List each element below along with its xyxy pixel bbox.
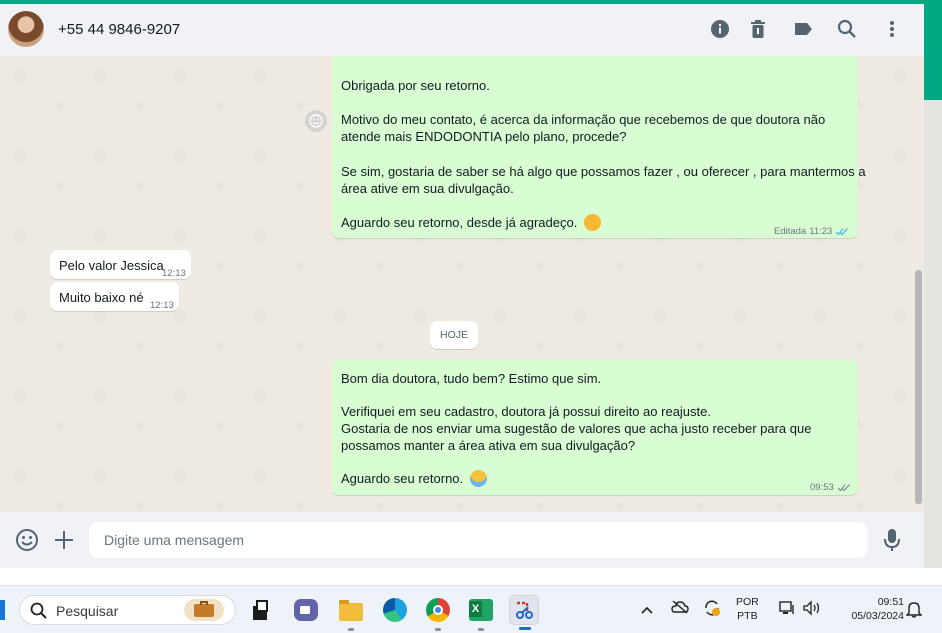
message-outgoing[interactable]: Obrigada por seu retorno. Motivo do meu … [332, 56, 866, 240]
keyboard-layout: PTB [737, 610, 758, 622]
emoji-icon[interactable] [15, 528, 39, 557]
start-icon[interactable] [0, 600, 5, 620]
briefcase-icon [184, 599, 224, 621]
message-time: 09:53 [810, 482, 834, 493]
window-gap [0, 568, 942, 585]
app-edge-green [924, 4, 942, 100]
microphone-icon[interactable] [882, 528, 902, 557]
double-check-icon [837, 484, 850, 492]
chat-area[interactable]: Obrigada por seu retorno. Motivo do meu … [0, 56, 924, 512]
message-time: 11:23 [809, 226, 833, 237]
message-incoming[interactable]: Muito baixo né 12:13 [50, 282, 179, 311]
message-meta: 09:53 [810, 479, 851, 496]
menu-icon[interactable] [879, 16, 905, 42]
message-time: 12:13 [162, 268, 186, 279]
trash-icon[interactable] [745, 16, 771, 42]
running-indicator [435, 628, 441, 631]
running-indicator [348, 628, 354, 631]
message-text: área ative em sua divulgação. [341, 181, 514, 196]
message-text: Aguardo seu retorno. [341, 471, 464, 486]
app-edge-gray [924, 100, 942, 582]
message-meta: Editada 11:23 [774, 223, 849, 240]
search-icon[interactable] [834, 16, 860, 42]
windows-taskbar: Pesquisar X POR PTB 09:51 05/03/2024 [0, 585, 942, 633]
notification-bell-icon[interactable] [905, 600, 923, 623]
double-check-icon [835, 228, 849, 236]
language-indicator[interactable]: POR PTB [736, 595, 759, 623]
snipping-tool-icon[interactable] [509, 595, 539, 630]
message-composer [0, 512, 924, 568]
search-label: Pesquisar [56, 603, 119, 619]
teams-meet-icon[interactable] [291, 595, 321, 625]
message-text: Obrigada por seu retorno. [341, 78, 490, 93]
scrollbar-thumb[interactable] [915, 270, 922, 504]
running-indicator [478, 628, 484, 631]
message-incoming[interactable]: Pelo valor Jessica 12:13 [50, 250, 191, 279]
plus-attach-icon[interactable] [53, 529, 75, 556]
edge-browser-icon[interactable] [380, 595, 410, 625]
search-icon [30, 602, 47, 619]
message-text: Muito baixo né [59, 290, 144, 305]
info-icon[interactable] [707, 16, 733, 42]
chat-scrollbar[interactable] [915, 60, 922, 506]
message-text: Pelo valor Jessica [59, 258, 164, 273]
message-text: Se sim, gostaria de saber se há algo que… [341, 164, 866, 179]
message-text: Motivo do meu contato, é acerca da infor… [341, 112, 826, 127]
message-text: Verifiquei em seu cadastro, doutora já p… [341, 404, 711, 419]
onedrive-offline-icon[interactable] [671, 600, 689, 619]
smiling-hearts-emoji-icon [583, 214, 601, 231]
file-explorer-icon[interactable] [336, 595, 366, 631]
contact-name[interactable]: +55 44 9846-9207 [58, 21, 180, 38]
message-input[interactable] [89, 522, 867, 558]
message-text: possamos manter a área ativa em sua divu… [341, 438, 636, 453]
contact-avatar[interactable] [8, 11, 44, 47]
label-icon[interactable] [790, 16, 816, 42]
network-icon[interactable] [778, 600, 796, 621]
task-view-icon[interactable] [245, 595, 275, 625]
clock[interactable]: 09:51 05/03/2024 [832, 595, 904, 623]
message-time: 12:13 [150, 300, 174, 311]
message-text: atende mais ENDODONTIA pelo plano, proce… [341, 129, 627, 144]
message-text: Gostaria de nos enviar uma sugestão de v… [341, 421, 812, 436]
clock-time: 09:51 [877, 596, 904, 608]
clock-date: 05/03/2024 [851, 610, 904, 622]
language-code: POR [736, 596, 759, 608]
chat-header[interactable]: +55 44 9846-9207 [0, 4, 924, 56]
message-text: Bom dia doutora, tudo bem? Estimo que si… [341, 371, 602, 386]
volume-icon[interactable] [802, 600, 822, 621]
date-separator: HOJE [430, 321, 478, 349]
taskbar-search[interactable]: Pesquisar [19, 595, 236, 625]
edited-label: Editada [774, 226, 807, 237]
reaction-emoji-icon[interactable] [305, 110, 327, 132]
message-outgoing[interactable]: Bom dia doutora, tudo bem? Estimo que si… [332, 360, 858, 495]
chevron-up-icon[interactable] [640, 602, 654, 620]
grinning-sweat-emoji-icon [469, 470, 487, 487]
running-indicator [519, 627, 531, 630]
message-text: Aguardo seu retorno, desde já agradeço. [341, 215, 578, 230]
chrome-browser-icon[interactable] [423, 595, 453, 631]
sync-warning-icon[interactable] [703, 599, 721, 622]
excel-icon[interactable]: X [466, 595, 496, 631]
